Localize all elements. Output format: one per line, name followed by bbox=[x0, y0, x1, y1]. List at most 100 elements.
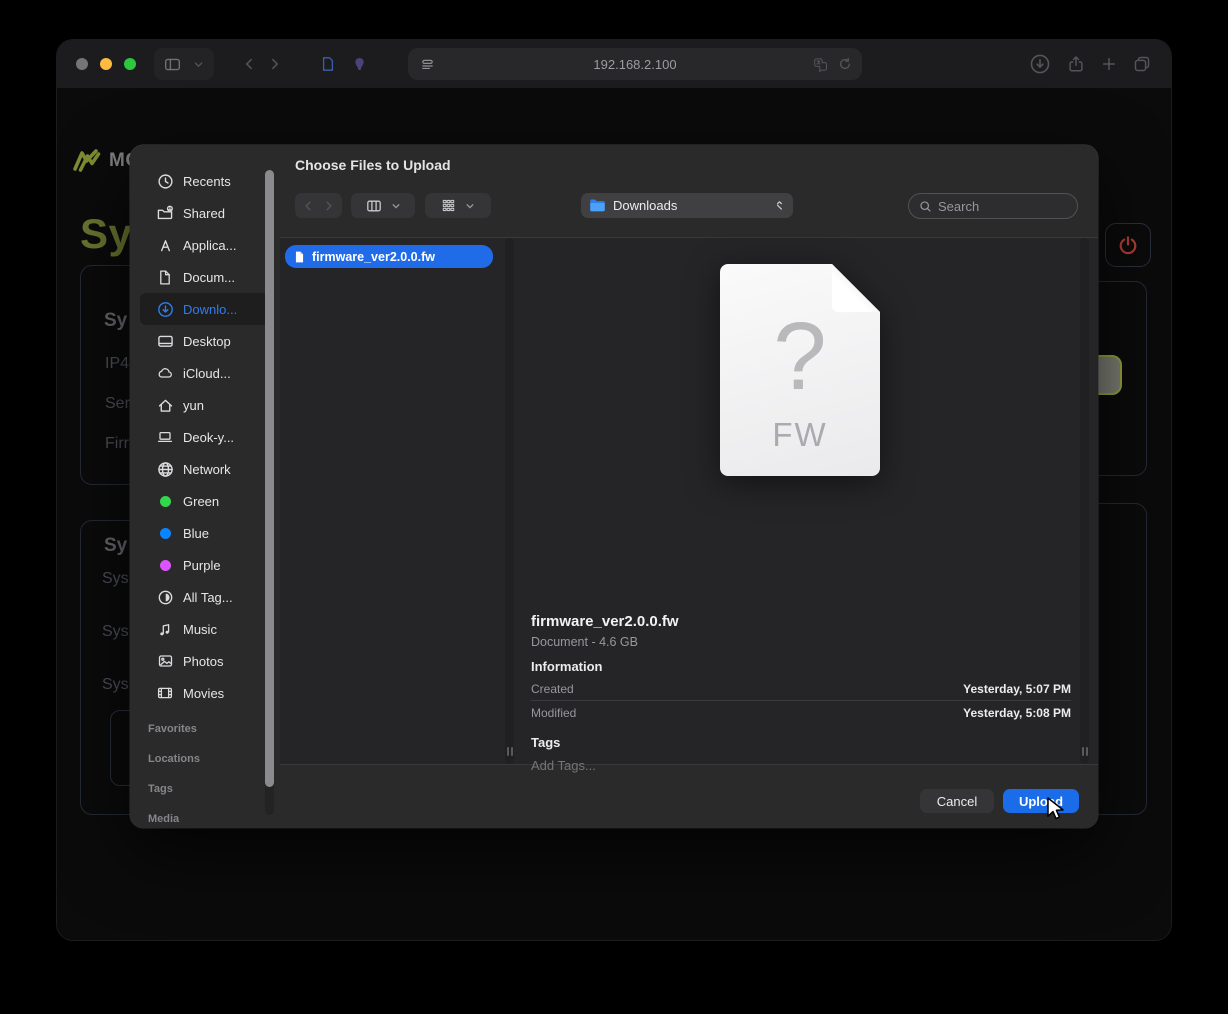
column-divider-scrollbar[interactable] bbox=[505, 238, 514, 764]
preview-tags-heading: Tags bbox=[531, 735, 561, 750]
file-preview-icon: ? FW bbox=[720, 264, 880, 476]
panel1-row-fragment: IP4 bbox=[105, 355, 130, 372]
titlebar-right-actions bbox=[1029, 48, 1151, 80]
panel1-row-fragment: Ser bbox=[105, 395, 130, 412]
sidebar-section-label: Favorites bbox=[148, 723, 197, 735]
sidebar-scrollbar-thumb[interactable] bbox=[265, 170, 274, 787]
updown-chevrons-icon bbox=[774, 199, 785, 212]
info-row-value: Yesterday, 5:07 PM bbox=[963, 682, 1071, 696]
document-icon bbox=[156, 268, 174, 286]
power-button[interactable] bbox=[1105, 223, 1151, 267]
extension-group bbox=[310, 48, 377, 80]
forward-icon[interactable] bbox=[268, 57, 282, 71]
page-settings-icon[interactable] bbox=[420, 57, 435, 72]
chevron-down-icon[interactable] bbox=[193, 59, 204, 70]
sidebar-item-yun[interactable]: yun bbox=[140, 389, 274, 421]
sidebar-item-label: iCloud... bbox=[183, 365, 231, 381]
sidebar-item-green[interactable]: Green bbox=[140, 485, 274, 517]
sidebar-item-applica[interactable]: Applica... bbox=[140, 229, 274, 261]
sidebar-item-icloud[interactable]: iCloud... bbox=[140, 357, 274, 389]
mouse-cursor bbox=[1044, 796, 1068, 822]
sidebar-item-music[interactable]: Music bbox=[140, 613, 274, 645]
preview-information-heading: Information bbox=[531, 659, 603, 674]
sidebar-item-downlo[interactable]: Downlo... bbox=[140, 293, 274, 325]
sidebar-item-label: Green bbox=[183, 493, 220, 509]
music-icon bbox=[156, 620, 174, 638]
info-row-label: Created bbox=[531, 682, 574, 696]
sidebar-item-alltag[interactable]: All Tag... bbox=[140, 581, 274, 613]
traffic-lights bbox=[76, 58, 136, 70]
sidebar-item-purple[interactable]: Purple bbox=[140, 549, 274, 581]
panel1-row-fragment: Firr bbox=[105, 435, 129, 452]
clock-icon bbox=[156, 172, 174, 190]
column-resize-grip[interactable] bbox=[506, 747, 513, 756]
sidebar-scrollbar-track[interactable] bbox=[265, 170, 274, 815]
view-mode-button[interactable] bbox=[351, 193, 415, 218]
sidebar-section-label: Locations bbox=[148, 753, 200, 765]
sidebar-item-label: Network bbox=[183, 461, 231, 477]
url-text[interactable]: 192.168.2.100 bbox=[408, 57, 862, 72]
sidebar-item-photos[interactable]: Photos bbox=[140, 645, 274, 677]
sidebar-item-movies[interactable]: Movies bbox=[140, 677, 274, 709]
sidebar-item-docum[interactable]: Docum... bbox=[140, 261, 274, 293]
screen: 192.168.2.100 Sys Sy IP4 Ser Firr Sy Sys… bbox=[0, 0, 1228, 1014]
close-window-icon[interactable] bbox=[76, 58, 88, 70]
sidebar-item-desktop[interactable]: Desktop bbox=[140, 325, 274, 357]
downloads-menu-icon[interactable] bbox=[1029, 53, 1051, 75]
purple-extension-icon[interactable] bbox=[352, 56, 367, 72]
tag-dot-icon bbox=[156, 524, 174, 542]
sidebar-item-label: Downlo... bbox=[183, 301, 238, 317]
back-icon[interactable] bbox=[242, 57, 256, 71]
dialog-sidebar: Recents Shared Applica... Docum... Downlo...… bbox=[130, 145, 280, 828]
chevron-down-icon bbox=[465, 201, 475, 211]
minimize-window-icon[interactable] bbox=[100, 58, 112, 70]
folder-select[interactable]: Downloads bbox=[581, 193, 793, 218]
dialog-back-icon[interactable] bbox=[302, 200, 314, 212]
sidebar-item-label: Photos bbox=[183, 653, 224, 669]
preview-resize-grip[interactable] bbox=[1081, 747, 1088, 756]
search-icon bbox=[919, 200, 932, 213]
panel2-title-fragment: Sy bbox=[104, 535, 128, 556]
sidebar-item-shared[interactable]: Shared bbox=[140, 197, 274, 229]
zoom-window-icon[interactable] bbox=[124, 58, 136, 70]
panel1-title-fragment: Sy bbox=[104, 310, 128, 331]
search-input[interactable] bbox=[938, 198, 1067, 214]
tab-overview-icon[interactable] bbox=[1133, 55, 1151, 73]
panel2-row-fragment: Sys bbox=[102, 676, 129, 693]
desktop-icon bbox=[156, 332, 174, 350]
dialog-title: Choose Files to Upload bbox=[295, 157, 451, 173]
sidebar-section-label: Media bbox=[148, 813, 180, 825]
panel2-row-fragment: Sys bbox=[102, 623, 129, 640]
search-field[interactable] bbox=[908, 193, 1078, 219]
note-extension-icon[interactable] bbox=[320, 56, 336, 72]
file-list-item[interactable]: firmware_ver2.0.0.fw bbox=[285, 245, 493, 268]
sidebar-item-deoky[interactable]: Deok-y... bbox=[140, 421, 274, 453]
folder-select-value: Downloads bbox=[613, 198, 678, 213]
reload-icon[interactable] bbox=[838, 57, 852, 72]
sidebar-item-blue[interactable]: Blue bbox=[140, 517, 274, 549]
sidebar-item-label: Movies bbox=[183, 685, 225, 701]
share-icon[interactable] bbox=[1067, 55, 1085, 73]
sidebar-item-label: All Tag... bbox=[183, 589, 233, 605]
translate-icon[interactable] bbox=[813, 57, 828, 72]
file-name: firmware_ver2.0.0.fw bbox=[312, 249, 435, 264]
cancel-button[interactable]: Cancel bbox=[920, 789, 994, 813]
address-bar[interactable]: 192.168.2.100 bbox=[408, 48, 862, 80]
sidebar-item-label: Blue bbox=[183, 525, 210, 541]
movies-icon bbox=[156, 684, 174, 702]
globe-icon bbox=[156, 460, 174, 478]
sidebar-item-network[interactable]: Network bbox=[140, 453, 274, 485]
new-tab-icon[interactable] bbox=[1101, 56, 1117, 72]
group-view-icon bbox=[441, 198, 456, 213]
folder-icon bbox=[589, 198, 606, 213]
tag-dot-icon bbox=[156, 492, 174, 510]
panel2-row-fragment: Sys bbox=[102, 570, 129, 587]
sidebar-item-recents[interactable]: Recents bbox=[140, 165, 274, 197]
sidebar-item-label: yun bbox=[183, 397, 204, 413]
file-doc-icon bbox=[293, 250, 306, 264]
preview-scrollbar[interactable] bbox=[1080, 238, 1089, 764]
group-by-button[interactable] bbox=[425, 193, 491, 218]
dialog-main: Choose Files to Upload Downloads Search … bbox=[280, 145, 1098, 828]
sidebar-toggle-icon[interactable] bbox=[164, 56, 181, 73]
dialog-forward-icon[interactable] bbox=[323, 200, 335, 212]
